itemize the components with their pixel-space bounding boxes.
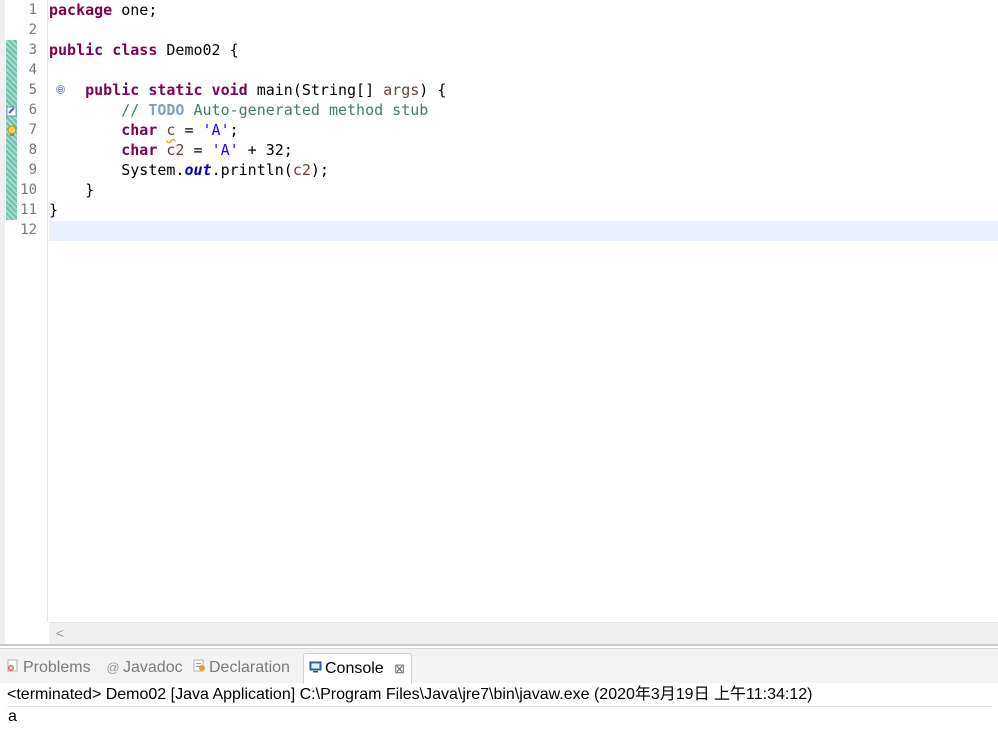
code-editor[interactable]: 1 2 3 4 5 6 7 8 9 10 11 12 ⊖ package one…: [0, 0, 998, 646]
code-text-span: );: [310, 161, 329, 179]
code-text-span: one;: [112, 1, 158, 19]
task-marker-icon[interactable]: [6, 104, 18, 117]
line-number: 5: [28, 82, 37, 98]
horizontal-scrollbar[interactable]: <: [49, 622, 998, 645]
console-status-line: <terminated> Demo02 [Java Application] C…: [7, 684, 992, 707]
code-text[interactable]: package one; public class Demo02 { publi…: [49, 0, 446, 240]
code-line-8: char c2 = 'A' + 32;: [49, 140, 446, 160]
code-line-3: public class Demo02 {: [49, 40, 446, 60]
parameter-name: args: [383, 81, 420, 99]
line-number: 11: [20, 202, 37, 218]
code-text-span: Demo02 {: [157, 41, 239, 59]
code-line-5: public static void main(String[] args) {: [49, 80, 446, 100]
keyword: public static void: [85, 81, 248, 99]
tab-console[interactable]: Console ⊠: [303, 653, 413, 684]
bottom-panel: Problems @ Javadoc Declaration Console ⊠ …: [0, 648, 998, 732]
code-line-7: char c = 'A';: [49, 120, 446, 140]
line-number: 7: [28, 122, 37, 138]
line-number: 12: [20, 222, 37, 238]
javadoc-icon: @: [106, 660, 120, 675]
code-text-span: ;: [229, 121, 239, 139]
tab-label: Declaration: [209, 659, 290, 676]
todo-tag: TODO: [148, 101, 185, 119]
line-number: 3: [28, 42, 37, 58]
line-number: 6: [28, 102, 37, 118]
code-text-span: .println(: [211, 161, 293, 179]
line-number: 2: [28, 22, 37, 38]
string-literal: 'A': [211, 141, 239, 159]
comment: Auto-generated method stub: [184, 101, 429, 119]
console-icon: [308, 654, 322, 684]
variable-name: c2: [292, 161, 311, 179]
keyword: char: [121, 141, 158, 159]
keyword: public class: [49, 41, 158, 59]
line-number: 10: [20, 182, 37, 198]
code-text-span: ) {: [419, 81, 447, 99]
static-field: out: [184, 161, 212, 179]
tab-declaration[interactable]: Declaration: [192, 653, 290, 683]
code-line-9: System.out.println(c2);: [49, 160, 446, 180]
editor-border: [0, 644, 998, 646]
line-number: 8: [28, 142, 37, 158]
code-line-1: package one;: [49, 0, 446, 20]
problems-icon: [6, 653, 20, 683]
panel-tab-bar: Problems @ Javadoc Declaration Console ⊠: [0, 649, 998, 684]
code-text-span: =: [184, 141, 212, 159]
tab-problems[interactable]: Problems: [6, 653, 91, 683]
tab-label: Javadoc: [123, 659, 183, 676]
comment: //: [121, 101, 149, 119]
console-output[interactable]: a: [8, 707, 17, 727]
code-line-6: // TODO Auto-generated method stub: [49, 100, 446, 120]
tab-javadoc[interactable]: @ Javadoc: [106, 653, 183, 683]
line-number-gutter: 1 2 3 4 5 6 7 8 9 10 11 12 ⊖: [18, 0, 65, 622]
keyword: char: [121, 121, 158, 139]
code-text-span: =: [175, 121, 203, 139]
line-number: 9: [28, 162, 37, 178]
code-line-10: }: [49, 181, 95, 199]
line-number: 4: [28, 62, 37, 78]
code-text-span: + 32;: [238, 141, 293, 159]
declaration-icon: [192, 653, 206, 683]
close-tab-icon[interactable]: ⊠: [394, 661, 405, 676]
string-literal: 'A': [202, 121, 230, 139]
tab-label: Console: [325, 660, 384, 677]
tab-label: Problems: [23, 659, 91, 676]
line-number: 1: [28, 2, 37, 18]
variable-name: c2: [166, 141, 185, 159]
keyword: package: [49, 1, 113, 19]
code-text-span: main(String[]: [247, 81, 384, 99]
code-text-span: System.: [121, 161, 185, 179]
scroll-left-icon[interactable]: <: [53, 625, 67, 641]
warning-lightbulb-icon[interactable]: [6, 124, 18, 136]
code-line-11: }: [49, 201, 59, 219]
